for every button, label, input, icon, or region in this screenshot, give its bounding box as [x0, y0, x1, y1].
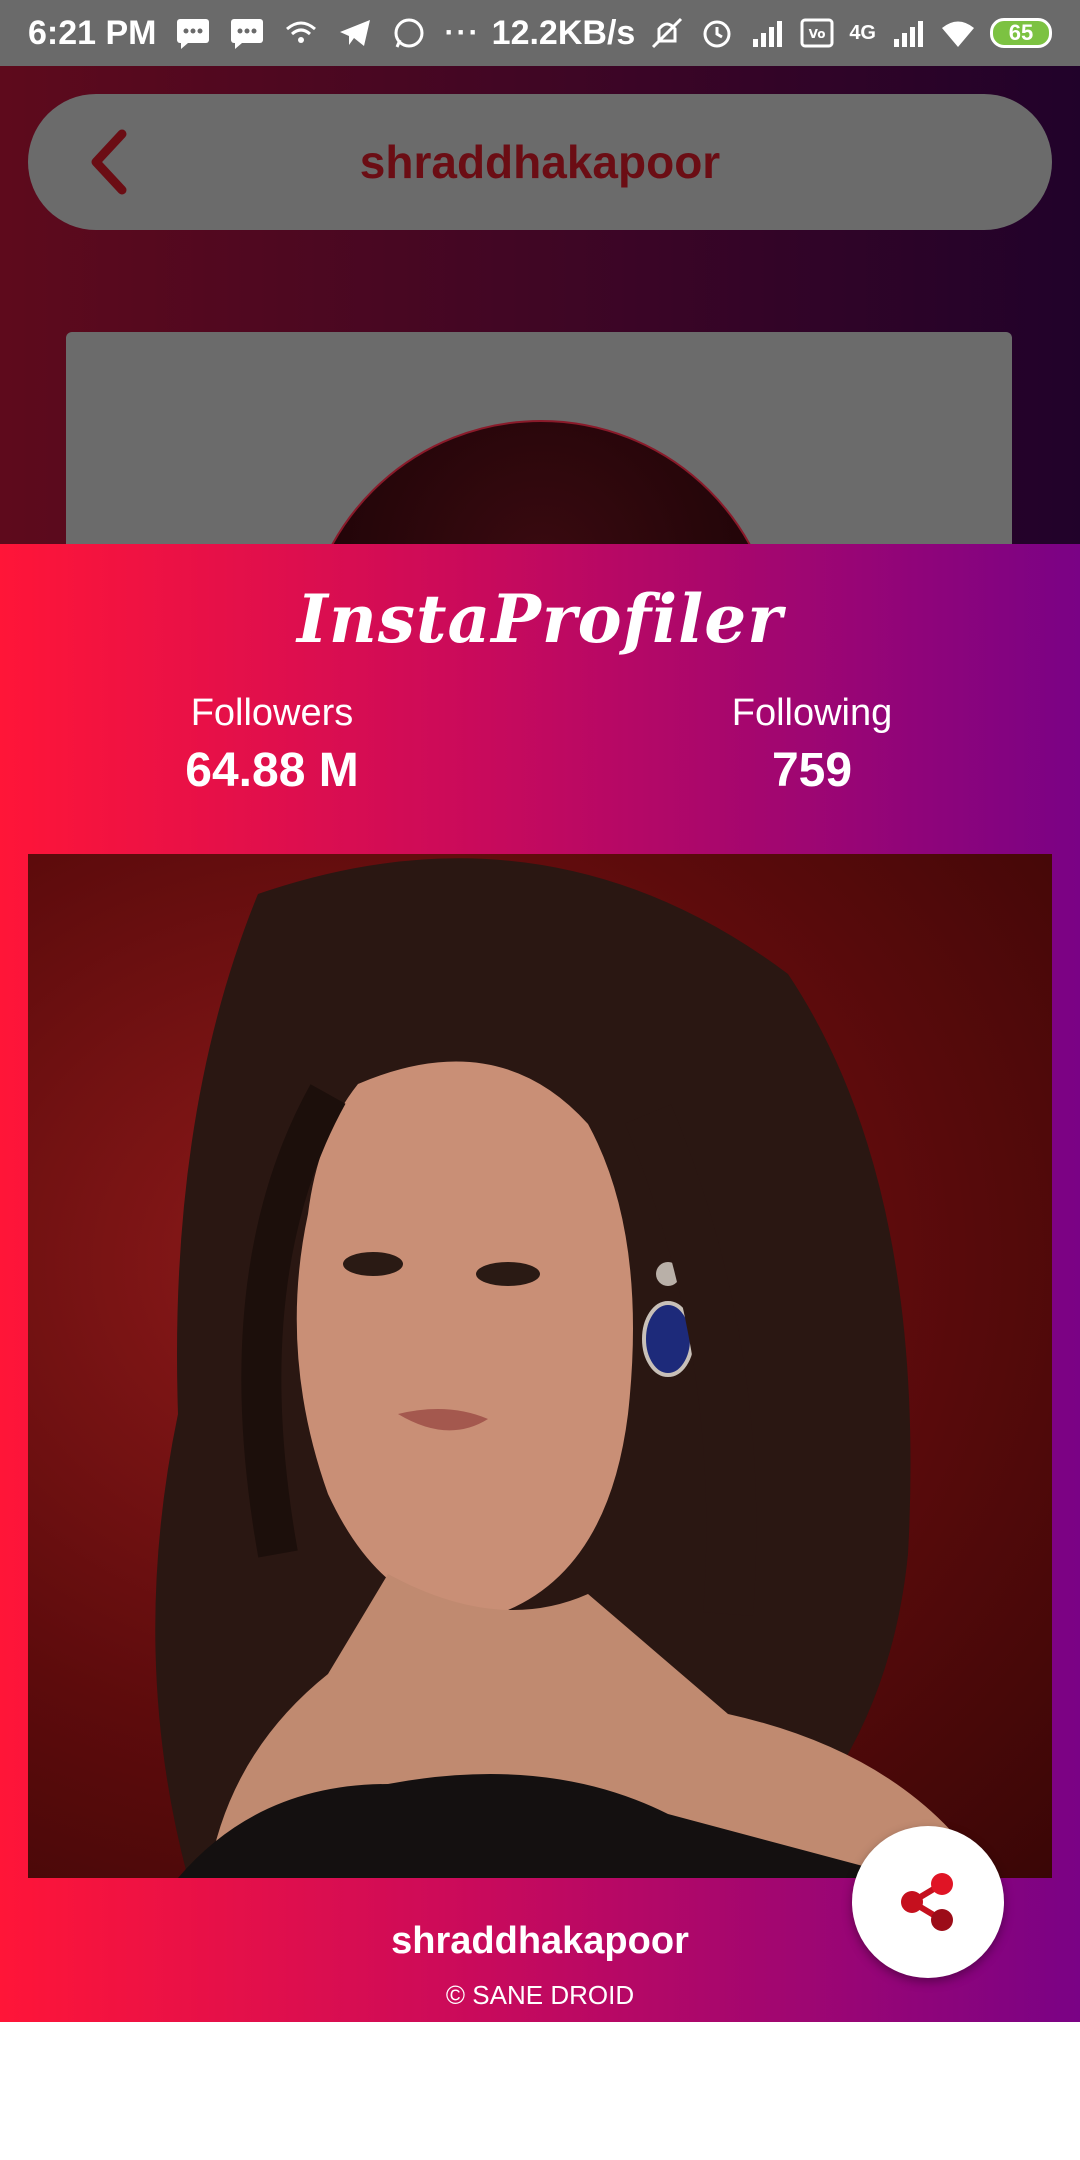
- net-speed: 12.2KB/s: [491, 13, 636, 52]
- followers-value: 64.88 M: [185, 744, 359, 797]
- battery-icon: 65: [990, 18, 1052, 48]
- profile-share-card: InstaProfiler Followers 64.88 M Followin…: [0, 544, 1080, 2022]
- wifi-calling-icon: [285, 21, 316, 43]
- telegram-icon: [339, 20, 370, 46]
- page-title: shraddhakapoor: [359, 136, 721, 188]
- chevron-left-icon: [91, 129, 127, 195]
- status-bar: 6:21 PM ··· 12.2KB/s Vo 4G 65: [0, 0, 1080, 66]
- signal-4g-icon: [894, 21, 923, 47]
- top-bar: shraddhakapoor: [28, 94, 1052, 230]
- avatar: [302, 420, 780, 544]
- followers-label: Followers: [190, 692, 354, 734]
- mute-icon: [652, 17, 683, 49]
- alarm-icon: [703, 20, 731, 48]
- following-stat: Following 759: [662, 692, 962, 798]
- profile-photo[interactable]: [28, 854, 1052, 1878]
- copyright-text: © SANE DROID: [445, 1980, 635, 2010]
- message-icon: [230, 19, 263, 49]
- status-time: 6:21 PM: [28, 13, 157, 52]
- following-value: 759: [771, 744, 853, 797]
- followers-stat: Followers 64.88 M: [122, 692, 422, 798]
- following-label: Following: [731, 692, 893, 734]
- whatsapp-icon: [394, 18, 423, 48]
- share-button[interactable]: [852, 1826, 1004, 1978]
- app-brand: InstaProfiler: [297, 580, 783, 658]
- message-icon: [176, 19, 209, 49]
- volte-icon: Vo: [800, 18, 834, 48]
- svg-text:Vo: Vo: [809, 27, 826, 41]
- portrait-image: [155, 858, 988, 1878]
- wifi-icon: [942, 21, 974, 47]
- network-type: 4G: [849, 21, 876, 44]
- profile-card: [66, 332, 1012, 544]
- background-screen: shraddhakapoor: [0, 66, 1080, 544]
- bottom-area: [0, 2022, 1080, 2160]
- share-icon: [901, 1873, 953, 1931]
- back-button[interactable]: [78, 128, 138, 196]
- more-dots-icon: ···: [444, 16, 481, 49]
- signal-icon: [753, 21, 783, 47]
